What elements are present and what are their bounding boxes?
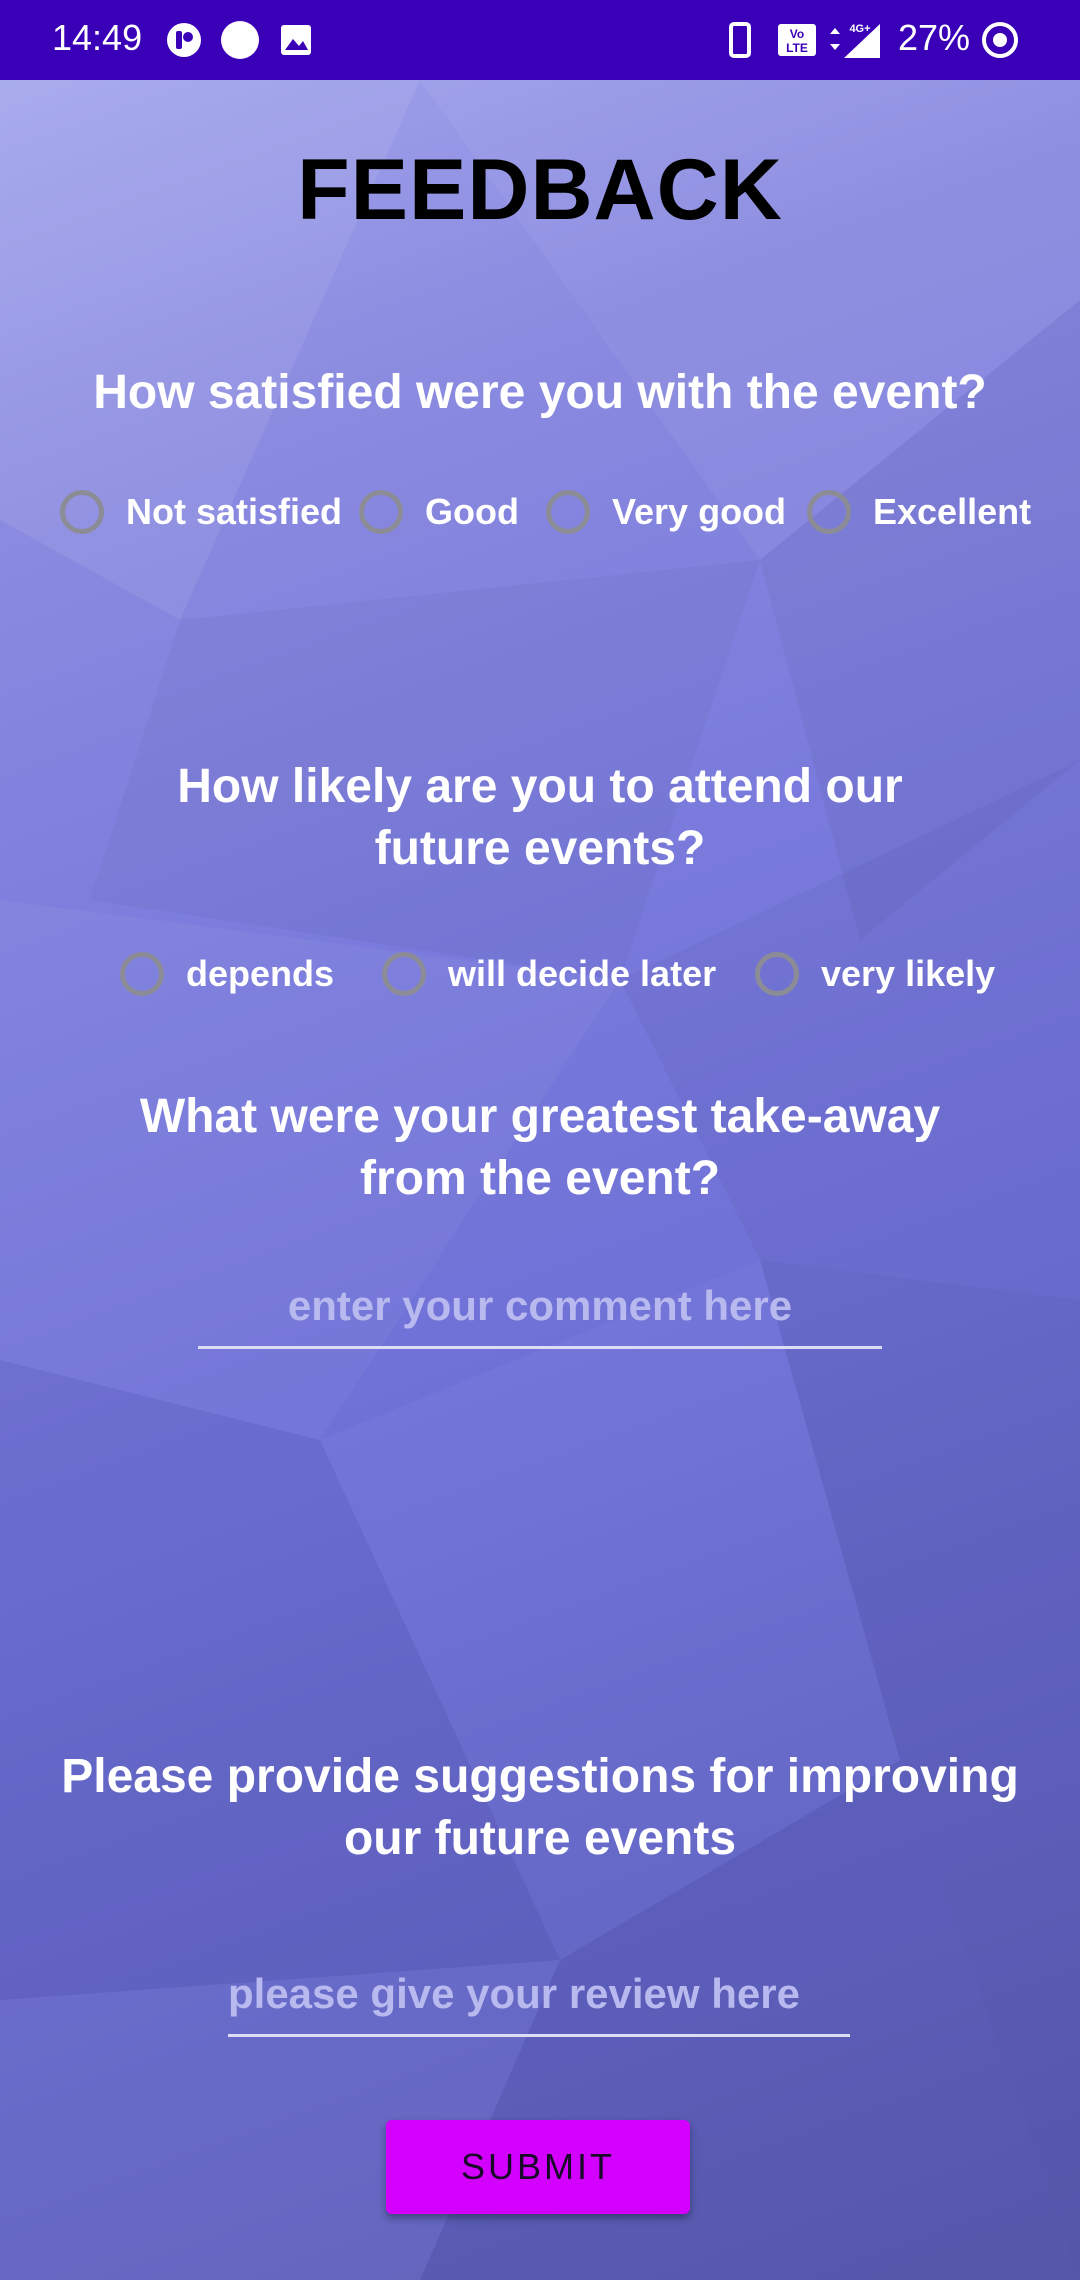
radio-label: Excellent [873, 491, 1032, 532]
radio-depends[interactable]: depends [120, 944, 334, 1004]
radio-circle-icon [755, 952, 799, 996]
vibrate-icon [729, 22, 751, 58]
submit-button[interactable]: SUBMIT [386, 2120, 690, 2214]
status-time: 14:49 [52, 17, 143, 58]
status-bar: 14:49 Vo LTE 4G+ 27% [0, 0, 1080, 80]
radio-label: depends [186, 953, 335, 994]
gallery-icon [281, 25, 311, 55]
radio-circle-icon [807, 490, 851, 534]
network-badge: 4G+ [849, 23, 870, 35]
submit-label: SUBMIT [460, 2146, 615, 2187]
question-attendance: How likely are you to attend our future … [177, 760, 903, 875]
radio-circle-icon [60, 490, 104, 534]
review-input[interactable]: please give your review here [228, 1954, 850, 2037]
volte-text-bottom: LTE [786, 41, 808, 55]
radio-very-likely[interactable]: very likely [755, 944, 995, 1004]
volte-text-top: Vo [790, 27, 804, 41]
radio-excellent[interactable]: Excellent [807, 482, 1031, 542]
radio-circle-icon [382, 952, 426, 996]
radio-not-satisfied[interactable]: Not satisfied [60, 482, 342, 542]
signal-4g-icon: 4G+ [830, 23, 880, 58]
radio-circle-icon [359, 490, 403, 534]
radio-will-decide-later[interactable]: will decide later [382, 944, 716, 1004]
review-placeholder: please give your review here [228, 1970, 800, 2017]
notification-app-icon [167, 23, 201, 57]
question-takeaway: What were your greatest take-away from t… [139, 1090, 941, 1205]
data-saver-icon [982, 22, 1018, 58]
radio-label: very likely [821, 953, 996, 994]
question-satisfaction: How satisfied were you with the event? [93, 366, 987, 419]
feedback-screen: 14:49 Vo LTE 4G+ 27% FEEDBACK How satisf… [0, 0, 1080, 2280]
radio-label: will decide later [448, 953, 717, 994]
comment-input[interactable]: enter your comment here [198, 1266, 882, 1349]
radio-circle-icon [546, 490, 590, 534]
question-suggestions: Please provide suggestions for improving… [61, 1750, 1019, 1865]
battery-percent: 27% [898, 17, 971, 58]
radio-label: Not satisfied [126, 491, 343, 532]
volte-icon: Vo LTE [778, 24, 816, 56]
radio-circle-icon [120, 952, 164, 996]
page-title: FEEDBACK [297, 142, 783, 238]
radio-very-good[interactable]: Very good [546, 482, 786, 542]
radio-label: Very good [612, 491, 787, 532]
radio-good[interactable]: Good [359, 482, 519, 542]
radio-label: Good [425, 491, 519, 532]
notification-dot-icon [221, 21, 259, 59]
comment-placeholder: enter your comment here [287, 1282, 793, 1329]
